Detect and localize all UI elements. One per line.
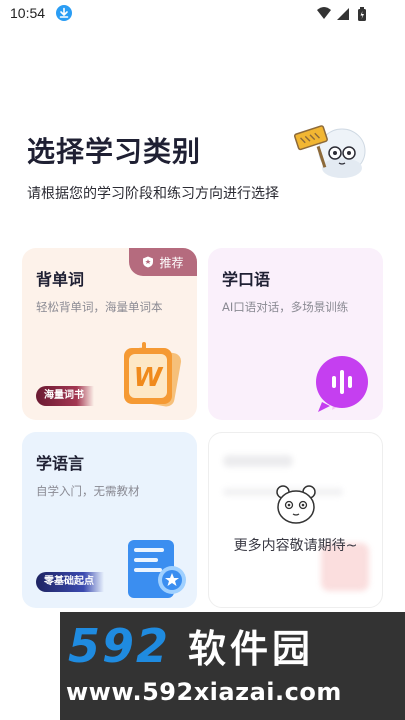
watermark-brand-number: 592 [68,619,171,673]
svg-text:W: W [134,363,164,393]
card-speaking[interactable]: 学口语 AI口语对话，多场景训练 [208,248,383,420]
watermark-url: www.592xiazai.com [66,678,342,706]
coming-soon-text: 更多内容敬请期待~ [233,538,358,554]
card-tag: 零基础起点 [36,572,104,592]
card-tag: 海量词书 [36,386,94,406]
bear-icon [276,485,316,524]
certificate-icon [128,540,186,598]
watermark-banner: 592 软件园 www.592xiazai.com [60,612,405,720]
badge-label: 推荐 [159,255,184,270]
voice-bubble-icon [316,356,368,412]
card-vocabulary[interactable]: 背单词 轻松背单词，海量单词本 推荐 海量词书 W [22,248,197,420]
w-book-icon: W [124,342,182,407]
wifi-icon [317,7,331,19]
card-title: 学口语 [222,270,271,289]
watermark-brand-name: 软件园 [188,627,315,671]
mascot-icon [293,125,366,178]
watermark-brand: 592 软件园 [68,618,314,673]
page-subtitle: 请根据您的学习阶段和练习方向进行选择 [27,186,279,202]
card-description: 自学入门，无需教材 [36,484,140,498]
status-bar: 10:54 [0,0,405,28]
signal-icon [337,8,349,20]
shield-icon [143,256,154,268]
status-time: 10:54 [10,5,46,21]
card-title: 学语言 [36,454,85,473]
page-title: 选择学习类别 [27,135,202,168]
card-language[interactable]: 学语言 自学入门，无需教材 零基础起点 [22,432,197,608]
recommend-badge: 推荐 [129,248,197,276]
battery-icon [358,7,366,21]
card-coming-soon: 更多内容敬请期待~ [208,432,383,608]
system-status-icons [317,7,366,21]
download-icon [56,5,72,21]
card-title: 背单词 [36,270,85,289]
card-description: 轻松背单词，海量单词本 [36,300,163,314]
card-description: AI口语对话，多场景训练 [222,300,349,314]
